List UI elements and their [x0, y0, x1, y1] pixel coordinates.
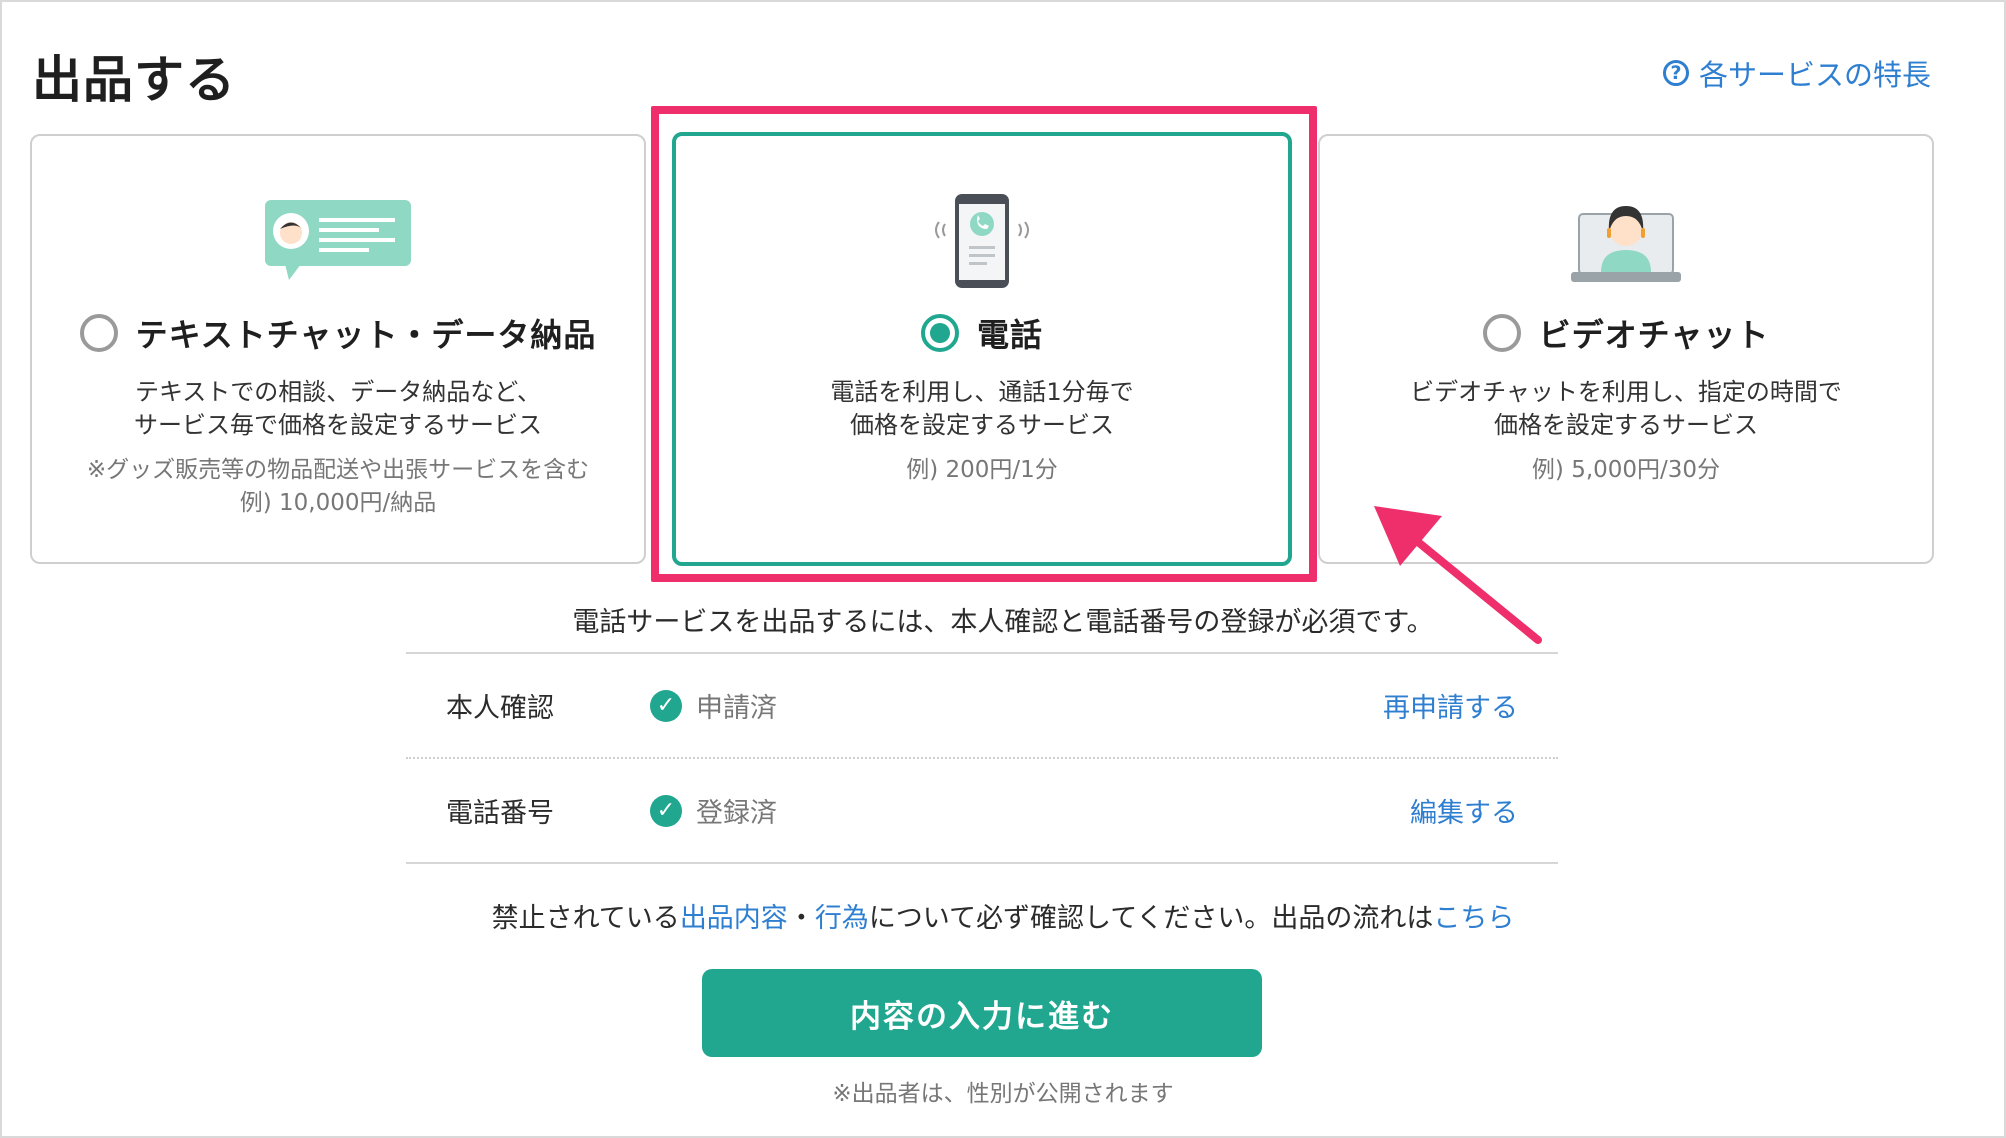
reapply-link[interactable]: 再申請する — [1383, 686, 1518, 725]
service-note-text-chat: ※グッズ販売等の物品配送や出張サービスを含む 例) 10,000円/納品 — [42, 454, 634, 520]
check-circle-icon: ✓ — [650, 794, 682, 827]
service-option-phone[interactable]: 電話 — [676, 310, 1288, 356]
service-desc-line: 価格を設定するサービス — [850, 411, 1114, 439]
gender-disclosure-note: ※出品者は、性別が公開されます — [832, 1081, 1174, 1107]
service-option-text-chat[interactable]: テキストチャット・データ納品 — [32, 310, 644, 356]
radio-phone[interactable] — [920, 314, 959, 352]
rules-separator: ・ — [787, 903, 815, 934]
service-card-phone[interactable]: 電話 電話を利用し、通話1分毎で 価格を設定するサービス 例) 200円/1分 — [672, 132, 1292, 566]
page-title: 出品する — [32, 51, 236, 109]
phone-illustration — [927, 192, 1037, 296]
service-desc-phone: 電話を利用し、通話1分毎で 価格を設定するサービス — [686, 376, 1278, 442]
edit-phone-link[interactable]: 編集する — [1410, 791, 1518, 830]
requirement-status: 登録済 — [696, 798, 777, 829]
service-title-phone: 電話 — [976, 316, 1043, 354]
service-desc-line: 電話を利用し、通話1分毎で — [830, 378, 1134, 406]
service-card-text-chat[interactable]: テキストチャット・データ納品 テキストでの相談、データ納品など、 サービス毎で価… — [30, 134, 646, 564]
rules-text: について必ず確認してください。出品の流れは — [868, 903, 1434, 934]
service-desc-line: テキストでの相談、データ納品など、 — [134, 378, 542, 406]
check-circle-icon: ✓ — [650, 689, 682, 722]
service-desc-line: 価格を設定するサービス — [1494, 411, 1758, 439]
service-option-video-chat[interactable]: ビデオチャット — [1320, 310, 1932, 356]
rules-text: 禁止されている — [491, 903, 680, 934]
service-price-example-video: 例) 5,000円/30分 — [1531, 457, 1721, 483]
requirement-label: 本人確認 — [446, 693, 554, 724]
requirement-row-identity: 本人確認 ✓ 申請済 再申請する — [406, 654, 1558, 757]
prohibited-content-link[interactable]: 出品内容 — [680, 903, 788, 934]
prohibited-acts-link[interactable]: 行為 — [815, 903, 869, 934]
requirement-notice: 電話サービスを出品するには、本人確認と電話番号の登録が必須です。 — [572, 607, 1434, 638]
listing-flow-link[interactable]: こちら — [1433, 903, 1514, 934]
prohibited-rules-text: 禁止されている出品内容・行為について必ず確認してください。出品の流れはこちら — [0, 896, 2006, 935]
service-title-text-chat: テキストチャット・データ納品 — [135, 316, 597, 354]
radio-video-chat[interactable] — [1482, 314, 1521, 352]
service-note-line: ※グッズ販売等の物品配送や出張サービスを含む — [86, 457, 590, 483]
service-price-example: 例) 10,000円/納品 — [239, 490, 437, 516]
service-features-link[interactable]: ? 各サービスの特長 — [1662, 52, 1931, 94]
service-desc-video-chat: ビデオチャットを利用し、指定の時間で 価格を設定するサービス — [1330, 376, 1922, 442]
proceed-to-input-button[interactable]: 内容の入力に進む — [702, 969, 1262, 1057]
service-desc-text-chat: テキストでの相談、データ納品など、 サービス毎で価格を設定するサービス — [42, 376, 634, 442]
requirement-label: 電話番号 — [446, 798, 554, 829]
requirement-status: 申請済 — [696, 693, 777, 724]
service-desc-line: ビデオチャットを利用し、指定の時間で — [1410, 378, 1842, 406]
service-price-example-phone: 例) 200円/1分 — [906, 457, 1058, 483]
service-features-label: 各サービスの特長 — [1698, 58, 1931, 92]
requirements-table: 本人確認 ✓ 申請済 再申請する 電話番号 ✓ 登録済 編集する — [406, 652, 1558, 864]
service-desc-line: サービス毎で価格を設定するサービス — [134, 411, 542, 439]
requirement-row-phone: 電話番号 ✓ 登録済 編集する — [406, 757, 1558, 862]
radio-text-chat[interactable] — [79, 314, 118, 352]
service-title-video-chat: ビデオチャット — [1538, 316, 1770, 354]
chat-bubble-illustration — [263, 198, 413, 286]
video-chat-illustration — [1571, 196, 1681, 290]
question-circle-icon: ? — [1662, 60, 1689, 86]
